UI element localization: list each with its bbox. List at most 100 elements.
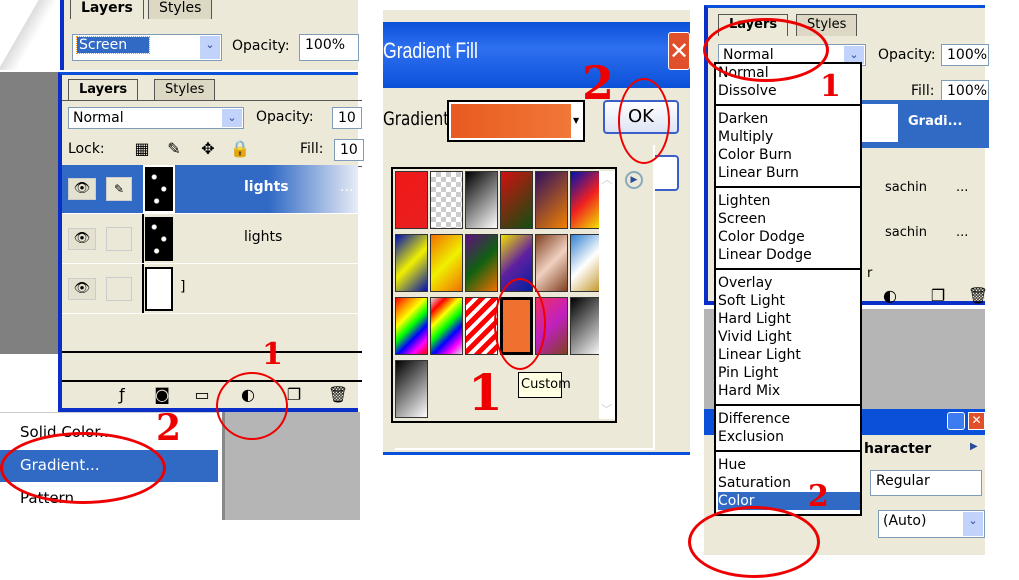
layer-more: ... — [956, 225, 969, 240]
opacity-label: Opacity: — [878, 47, 936, 63]
trash-icon[interactable]: 🗑 — [326, 385, 350, 404]
annotation-step-2: 2 — [808, 479, 829, 514]
fill-field[interactable]: 100% — [941, 80, 989, 102]
tab-layers[interactable]: Layers — [70, 0, 144, 19]
blend-mode-value: Normal — [73, 110, 124, 126]
chevron-down-icon: ⌄ — [222, 109, 242, 127]
gradient-preset-swatch[interactable] — [395, 360, 428, 418]
link-slot[interactable] — [106, 277, 132, 301]
trash-icon[interactable]: 🗑 — [966, 286, 990, 305]
brush-icon[interactable]: ✎ — [106, 177, 132, 201]
gradient-preset-swatch[interactable] — [430, 297, 463, 355]
tab-layers[interactable]: Layers — [68, 79, 139, 101]
blend-mode-option[interactable]: Vivid Light — [718, 328, 860, 346]
layer-more: ... — [340, 179, 354, 195]
tab-styles[interactable]: Styles — [148, 0, 213, 19]
lock-all-icon[interactable]: 🔒 — [228, 139, 252, 158]
lock-brush-icon[interactable]: ✎ — [162, 139, 186, 158]
blend-mode-group: Difference Exclusion — [716, 404, 860, 450]
highlight-circle — [494, 278, 546, 370]
blend-mode-select[interactable]: Normal ⌄ — [68, 107, 244, 129]
layer-thumbnail — [862, 104, 898, 142]
gradient-preset-swatch[interactable] — [500, 171, 533, 229]
new-group-icon[interactable]: ▭ — [190, 385, 214, 404]
preset-scrollbar[interactable]: ︿ ﹀ — [599, 171, 615, 419]
layer-row[interactable]: 👁 ] — [62, 265, 358, 314]
blend-mode-value: Screen — [75, 36, 151, 54]
gradient-preset-swatch[interactable] — [395, 171, 428, 229]
blend-mode-option[interactable]: Exclusion — [718, 428, 860, 446]
gradient-preset-swatch[interactable] — [430, 234, 463, 292]
gradient-picker[interactable]: ▼ — [447, 100, 585, 142]
minimize-icon[interactable] — [947, 412, 965, 430]
new-layer-icon[interactable]: ❐ — [926, 286, 950, 305]
layer-row[interactable]: 👁 ✎ lights ... — [62, 165, 358, 214]
gradient-preset-swatch[interactable] — [395, 234, 428, 292]
gradient-preset-swatch[interactable] — [395, 297, 428, 355]
scroll-down-icon[interactable]: ﹀ — [601, 401, 612, 417]
layer-name: ] — [180, 279, 186, 295]
opacity-label: Opacity: — [232, 38, 290, 54]
opacity-field[interactable]: 100% — [299, 34, 359, 61]
blend-mode-option[interactable]: Difference — [718, 410, 860, 428]
presets-menu-arrow-icon[interactable]: ▶ — [625, 171, 643, 189]
lock-transparency-icon[interactable]: ▦ — [130, 139, 154, 158]
layer-row[interactable]: Gradi... — [862, 100, 989, 148]
layer-name: lights — [244, 229, 283, 245]
blend-mode-option[interactable]: Hue — [718, 456, 860, 474]
layer-name[interactable]: sachin — [885, 180, 927, 195]
blend-mode-option[interactable]: Screen — [718, 210, 860, 228]
font-style-select[interactable]: Regular — [870, 470, 982, 496]
opacity-field[interactable]: 10 — [332, 107, 362, 129]
blend-mode-option[interactable]: Hard Mix — [718, 382, 860, 400]
blend-mode-option[interactable]: Soft Light — [718, 292, 860, 310]
panel-menu-arrow-icon[interactable]: ▶ — [970, 441, 978, 452]
layer-row[interactable]: 👁 lights — [62, 215, 358, 264]
close-icon[interactable]: ✕ — [668, 32, 690, 70]
divider — [62, 351, 362, 353]
blend-mode-option[interactable]: Hard Light — [718, 310, 860, 328]
blend-mode-select[interactable]: Screen ⌄ — [72, 34, 222, 61]
blend-mode-option[interactable]: Linear Burn — [718, 164, 860, 182]
blend-mode-option[interactable]: Pin Light — [718, 364, 860, 382]
gradient-preset-swatch[interactable] — [535, 171, 568, 229]
opacity-label: Opacity: — [256, 109, 314, 125]
layer-name: lights — [244, 179, 289, 195]
blend-mode-option[interactable]: Darken — [718, 110, 860, 128]
blend-mode-option[interactable]: Saturation — [718, 474, 860, 492]
annotation-step-1: 1 — [468, 363, 503, 422]
layer-name[interactable]: sachin — [885, 225, 927, 240]
leading-select[interactable]: (Auto) ⌄ — [878, 510, 985, 538]
link-slot[interactable] — [106, 227, 132, 251]
layer-thumbnail — [145, 217, 173, 261]
blend-mode-option[interactable]: Linear Dodge — [718, 246, 860, 264]
gradient-preset-swatch[interactable] — [535, 234, 568, 292]
tab-character[interactable]: haracter — [864, 441, 931, 457]
blend-mode-option[interactable]: Linear Light — [718, 346, 860, 364]
gradient-preset-swatch[interactable] — [430, 171, 463, 229]
blend-mode-option[interactable]: Color Dodge — [718, 228, 860, 246]
lock-move-icon[interactable]: ✥ — [196, 139, 220, 158]
layer-mask-icon[interactable]: ◙ — [150, 385, 174, 404]
close-icon[interactable]: ✕ — [968, 412, 985, 430]
layer-more: ... — [956, 180, 969, 195]
gradient-preset-swatch[interactable] — [465, 234, 498, 292]
scroll-up-icon[interactable]: ︿ — [602, 173, 613, 186]
layer-style-icon[interactable]: ƒ — [110, 385, 134, 404]
eye-icon[interactable]: 👁 — [68, 228, 96, 250]
layer-thumbnail — [143, 165, 175, 213]
tab-styles[interactable]: Styles — [154, 79, 216, 101]
eye-icon[interactable]: 👁 — [68, 178, 96, 200]
annotation-step-1: 1 — [820, 69, 841, 104]
opacity-field[interactable]: 100% — [941, 44, 989, 66]
eye-icon[interactable]: 👁 — [68, 278, 96, 300]
annotation-step-1: 1 — [262, 337, 283, 372]
blend-mode-option[interactable]: Lighten — [718, 192, 860, 210]
blend-mode-option[interactable]: Overlay — [718, 274, 860, 292]
gradient-preset-swatch[interactable] — [465, 171, 498, 229]
dialog-title: Gradient Fill — [383, 38, 478, 63]
adjustment-layer-icon[interactable]: ◐ — [878, 286, 902, 305]
fill-field[interactable]: 10 — [334, 139, 364, 161]
blend-mode-option[interactable]: Color Burn — [718, 146, 860, 164]
blend-mode-option[interactable]: Multiply — [718, 128, 860, 146]
